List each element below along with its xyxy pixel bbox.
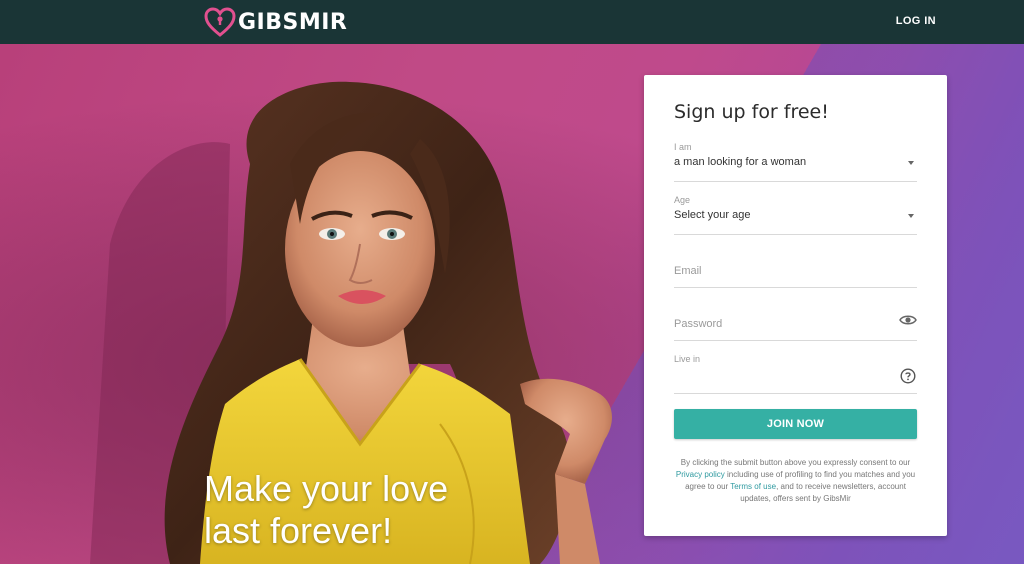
signup-form: Sign up for free! I am a man looking for… [644,75,947,536]
password-placeholder: Password [674,318,723,330]
signup-title: Sign up for free! [674,101,829,123]
heart-lock-icon [204,7,236,37]
age-value: Select your age [674,209,751,221]
age-label: Age [674,195,691,205]
iam-select[interactable]: I am a man looking for a woman [674,142,917,182]
email-placeholder: Email [674,265,702,277]
hero-tagline: Make your love last forever! [204,468,504,552]
help-circle-icon[interactable] [900,368,916,384]
privacy-policy-link[interactable]: Privacy policy [676,470,725,479]
live-in-label: Live in [674,354,701,364]
hero-tagline-line1: Make your love [204,468,449,509]
logo-text: GIBSMIR [238,9,348,35]
logo[interactable]: GIBSMIR [204,6,347,38]
live-in-field[interactable]: Live in [674,354,917,394]
password-field[interactable]: Password [674,301,917,341]
iam-value: a man looking for a woman [674,156,807,168]
terms-of-use-link[interactable]: Terms of use [730,482,776,491]
age-select[interactable]: Age Select your age [674,195,917,235]
chevron-down-icon [908,161,914,165]
legal-consent-text: By clicking the submit button above you … [672,457,919,505]
top-navbar: GIBSMIR LOG IN [0,0,1024,44]
legal-text-part1: By clicking the submit button above you … [680,458,911,467]
email-field[interactable]: Email [674,248,917,288]
join-now-button[interactable]: JOIN NOW [674,409,917,439]
eye-icon[interactable] [899,313,917,327]
iam-label: I am [674,142,692,152]
hero-tagline-line2: last forever! [204,510,393,551]
chevron-down-icon [908,214,914,218]
login-link[interactable]: LOG IN [896,15,936,27]
